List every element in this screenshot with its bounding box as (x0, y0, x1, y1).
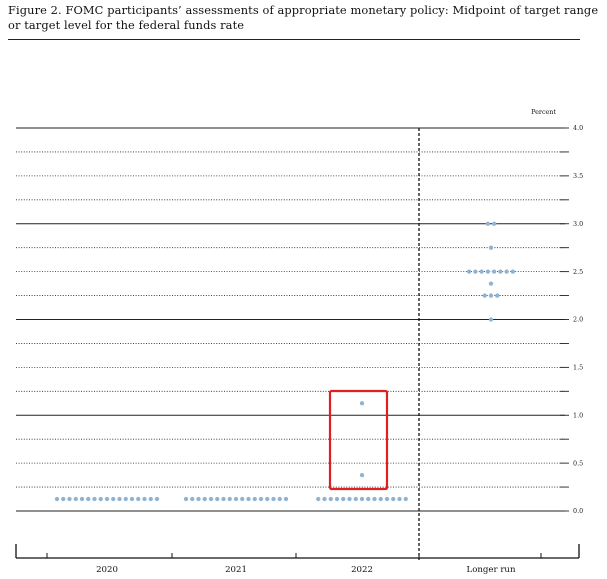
data-point (353, 496, 358, 502)
data-point (359, 472, 365, 478)
y-tick-label: 1.5 (573, 364, 583, 372)
data-point (92, 496, 97, 502)
category-label: 2021 (225, 565, 247, 575)
data-point (359, 401, 365, 406)
y-axis-unit-label: Percent (531, 108, 556, 116)
data-point (397, 496, 402, 502)
data-point (485, 269, 491, 274)
data-point (384, 496, 390, 502)
y-tick-label: 2.0 (573, 316, 583, 324)
data-point (148, 496, 153, 502)
y-tick-label: 1.0 (573, 411, 583, 419)
data-point (328, 496, 333, 502)
data-point (495, 293, 500, 298)
y-tick-label: 2.5 (573, 268, 583, 276)
highlight-box-2022 (328, 389, 389, 491)
data-point (196, 496, 201, 502)
data-point (104, 496, 110, 502)
data-point (252, 496, 257, 502)
data-point (378, 496, 383, 502)
gridlines (16, 127, 565, 512)
data-point (341, 496, 346, 502)
data-point (491, 269, 497, 274)
y-tick-labels: 0.0 0.5 1.0 1.5 2.0 2.5 3.0 3.5 4.0 (573, 124, 583, 515)
data-point (277, 496, 282, 502)
data-point (67, 496, 72, 502)
data-point (334, 496, 340, 502)
data-point (283, 496, 289, 502)
data-point (240, 496, 245, 502)
data-point (123, 496, 128, 502)
data-point (403, 496, 408, 502)
data-point (136, 496, 141, 502)
data-point (73, 496, 78, 502)
data-point (61, 496, 66, 502)
data-point (372, 496, 377, 502)
data-point (117, 496, 122, 502)
data-point (466, 269, 472, 274)
data-point (227, 496, 232, 502)
data-point (488, 317, 494, 322)
data-point (233, 496, 239, 502)
data-point (473, 269, 478, 274)
data-point (86, 496, 91, 502)
data-point (498, 269, 503, 274)
y-tick-label: 4.0 (573, 124, 583, 132)
data-point (479, 269, 484, 274)
data-point (258, 496, 264, 502)
data-point (510, 269, 516, 274)
y-tick-label: 0.0 (573, 507, 583, 515)
data-point (488, 293, 494, 298)
data-point (504, 269, 509, 274)
data-point (316, 496, 321, 502)
category-label: Longer run (466, 565, 515, 575)
data-point (54, 496, 60, 502)
data-point (98, 496, 103, 502)
data-point (208, 496, 214, 502)
data-point (221, 496, 226, 502)
data-point (202, 496, 207, 502)
y-tick-label: 3.5 (573, 172, 583, 180)
data-point (488, 281, 494, 286)
data-point (79, 496, 85, 502)
y-tick-label: 3.0 (573, 220, 583, 228)
data-point (482, 293, 487, 298)
data-point (183, 496, 189, 502)
data-point (111, 496, 116, 502)
data-point (491, 221, 497, 226)
data-point (488, 245, 494, 250)
data-point (271, 496, 276, 502)
data-point (215, 496, 220, 502)
y-ticks (560, 127, 569, 512)
category-label: 2022 (351, 565, 373, 575)
dots (54, 221, 516, 502)
data-point (154, 496, 160, 502)
y-tick-label: 0.5 (573, 459, 583, 467)
data-point (366, 496, 371, 502)
data-point (359, 496, 365, 502)
data-point (322, 496, 327, 502)
data-point (246, 496, 251, 502)
dot-plot-chart: 0.0 0.5 1.0 1.5 2.0 2.5 3.0 3.5 4.0 Percent 2020… (15, 108, 583, 575)
data-point (391, 496, 396, 502)
data-point (347, 496, 352, 502)
data-point (265, 496, 270, 502)
x-axis: 2020 2021 2022 Longer run (15, 544, 580, 575)
data-point (142, 496, 147, 502)
data-point (485, 221, 491, 226)
data-point (190, 496, 195, 502)
category-label: 2020 (96, 565, 118, 575)
data-point (129, 496, 135, 502)
